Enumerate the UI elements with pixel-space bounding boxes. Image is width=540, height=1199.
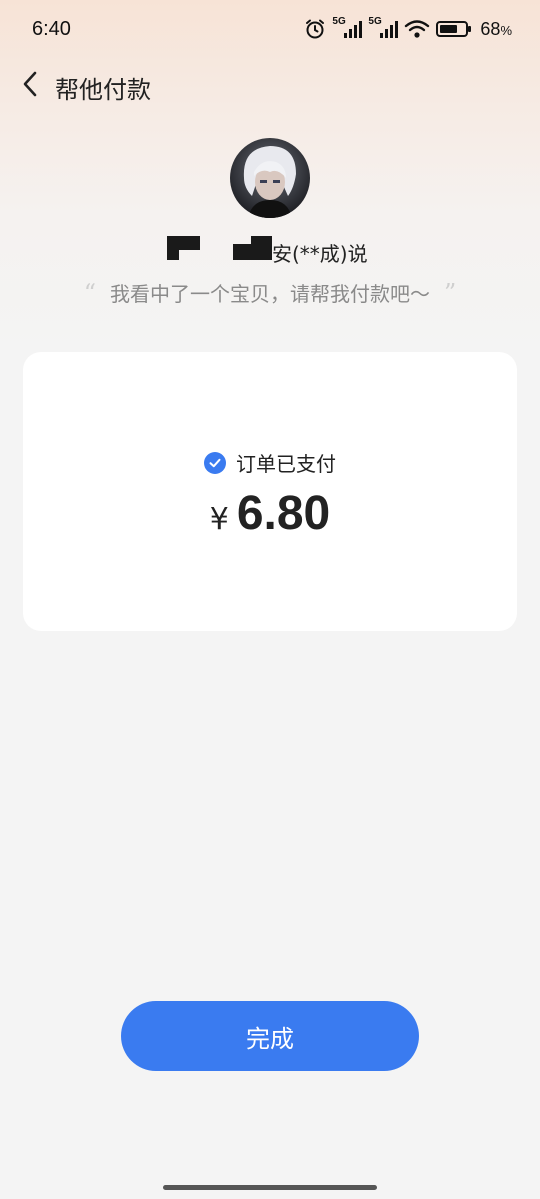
alarm-icon [304,18,326,40]
status-icons: 5G 5G 68% [304,16,512,40]
status-time: 6:40 [32,18,71,40]
redaction-block [167,250,179,260]
request-message: “ 我看中了一个宝贝，请帮我付款吧～ ” [0,278,540,307]
order-status-label: 订单已支付 [236,452,336,476]
quote-close-icon: ” [444,279,457,307]
avatar [230,138,310,218]
header: 帮他付款 [0,62,540,110]
order-amount: ¥ 6.80 [23,486,517,541]
home-indicator[interactable] [163,1185,377,1190]
battery-percent-unit: % [500,22,512,38]
back-button[interactable] [10,66,50,106]
order-status: 订单已支付 [23,448,517,477]
battery-icon [436,19,472,39]
redaction-block [233,244,251,260]
signal-5g-icon: 5G [332,16,363,40]
payer-name: 安(**成)说 [0,234,540,266]
redaction-block [251,236,272,260]
done-button[interactable]: 完成 [121,1001,419,1071]
battery-percent: 68% [480,19,512,40]
amount-value: 6.80 [236,487,331,540]
quote-open-icon: “ [83,279,96,307]
battery-percent-value: 68 [480,18,501,39]
wifi-icon [404,18,430,40]
currency-symbol: ¥ [209,502,229,537]
check-circle-icon [204,451,226,474]
signal-5g-icon: 5G [368,16,399,40]
payer-name-text: 安(**成)说 [272,242,368,266]
page-title: 帮他付款 [55,76,151,104]
back-chevron-icon [20,70,40,102]
request-message-text: 我看中了一个宝贝，请帮我付款吧～ [110,282,430,306]
redaction-block [167,236,200,250]
status-bar: 6:40 5G 5G 68% [0,0,540,62]
order-card: 订单已支付 ¥ 6.80 [23,352,517,631]
